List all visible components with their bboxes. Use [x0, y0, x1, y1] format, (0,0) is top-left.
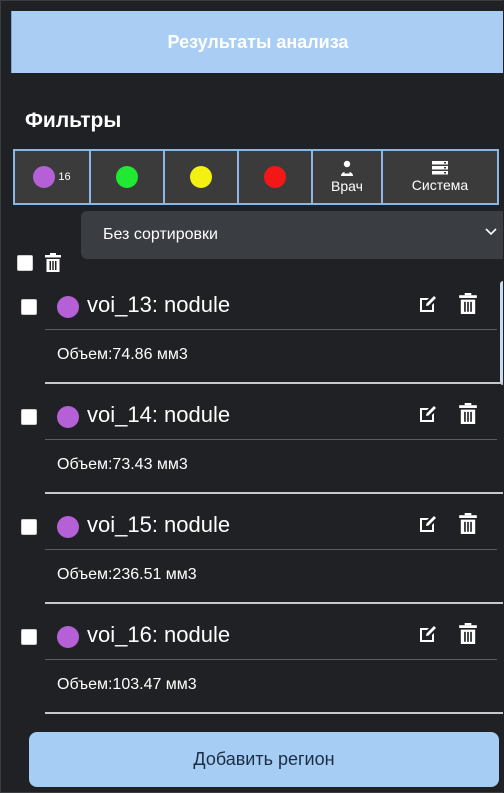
item-title: voi_14: nodule [87, 402, 231, 427]
item-title: voi_13: nodule [87, 292, 231, 317]
item-volume: Объем:73.43 мм3 [57, 456, 188, 473]
region-color-dot-icon [57, 626, 79, 648]
list-item: voi_16: nodule Объем:103.47 мм3 [1, 606, 503, 716]
filter-red-button[interactable] [237, 149, 313, 205]
filter-system-button[interactable]: Система [381, 149, 499, 205]
panel-title: Результаты анализа [167, 31, 349, 52]
bulk-actions [17, 253, 61, 272]
item-checkbox[interactable] [21, 409, 37, 425]
item-divider [45, 439, 497, 440]
item-separator [45, 382, 503, 384]
item-divider [45, 549, 497, 550]
delete-trash-icon[interactable] [459, 513, 477, 534]
filter-purple-button[interactable]: 16 [13, 149, 91, 205]
doctor-icon [341, 160, 353, 176]
delete-trash-icon[interactable] [459, 403, 477, 424]
delete-trash-icon[interactable] [459, 293, 477, 314]
yellow-dot-icon [190, 166, 212, 188]
item-checkbox[interactable] [21, 519, 37, 535]
item-volume: Объем:103.47 мм3 [57, 676, 197, 693]
item-checkbox[interactable] [21, 299, 37, 315]
edit-icon[interactable] [418, 514, 438, 534]
analysis-results-panel: Результаты анализа Фильтры 16 Врач Систе… [0, 0, 503, 793]
item-volume: Объем:236.51 мм3 [57, 566, 197, 583]
item-checkbox[interactable] [21, 629, 37, 645]
filter-yellow-button[interactable] [163, 149, 239, 205]
panel-header: Результаты анализа [11, 11, 503, 73]
green-dot-icon [116, 166, 138, 188]
delete-trash-icon[interactable] [459, 623, 477, 644]
sort-dropdown[interactable]: Без сортировки [81, 211, 503, 259]
add-region-button[interactable]: Добавить регион [29, 732, 499, 787]
edit-icon[interactable] [418, 624, 438, 644]
filter-system-label: Система [411, 177, 469, 193]
list-item: voi_15: nodule Объем:236.51 мм3 [1, 496, 503, 606]
item-title: voi_16: nodule [87, 622, 231, 647]
filter-green-button[interactable] [89, 149, 165, 205]
filters-title: Фильтры [25, 109, 122, 132]
sort-selected-value: Без сортировки [103, 226, 218, 243]
server-icon [431, 161, 448, 175]
edit-icon[interactable] [418, 294, 438, 314]
red-dot-icon [264, 166, 286, 188]
delete-all-trash-icon[interactable] [45, 253, 61, 272]
item-separator [45, 492, 503, 494]
list-item: voi_14: nodule Объем:73.43 мм3 [1, 386, 503, 496]
item-divider [45, 659, 497, 660]
item-separator [45, 712, 503, 714]
region-color-dot-icon [57, 406, 79, 428]
item-title: voi_15: nodule [87, 512, 231, 537]
list-item: voi_13: nodule Объем:74.86 мм3 [1, 276, 503, 386]
region-color-dot-icon [57, 516, 79, 538]
purple-count: 16 [58, 171, 71, 183]
item-divider [45, 329, 497, 330]
filter-bar: 16 Врач Система [13, 149, 503, 205]
purple-dot-icon [33, 166, 56, 188]
filter-doctor-label: Врач [331, 178, 363, 194]
select-all-checkbox[interactable] [17, 254, 33, 271]
region-list: voi_13: nodule Объем:74.86 мм3 voi_14: n… [1, 276, 503, 716]
item-separator [45, 602, 503, 604]
item-volume: Объем:74.86 мм3 [57, 346, 188, 363]
filter-doctor-button[interactable]: Врач [311, 149, 383, 205]
region-color-dot-icon [57, 296, 79, 318]
chevron-down-icon [485, 228, 497, 236]
edit-icon[interactable] [418, 404, 438, 424]
